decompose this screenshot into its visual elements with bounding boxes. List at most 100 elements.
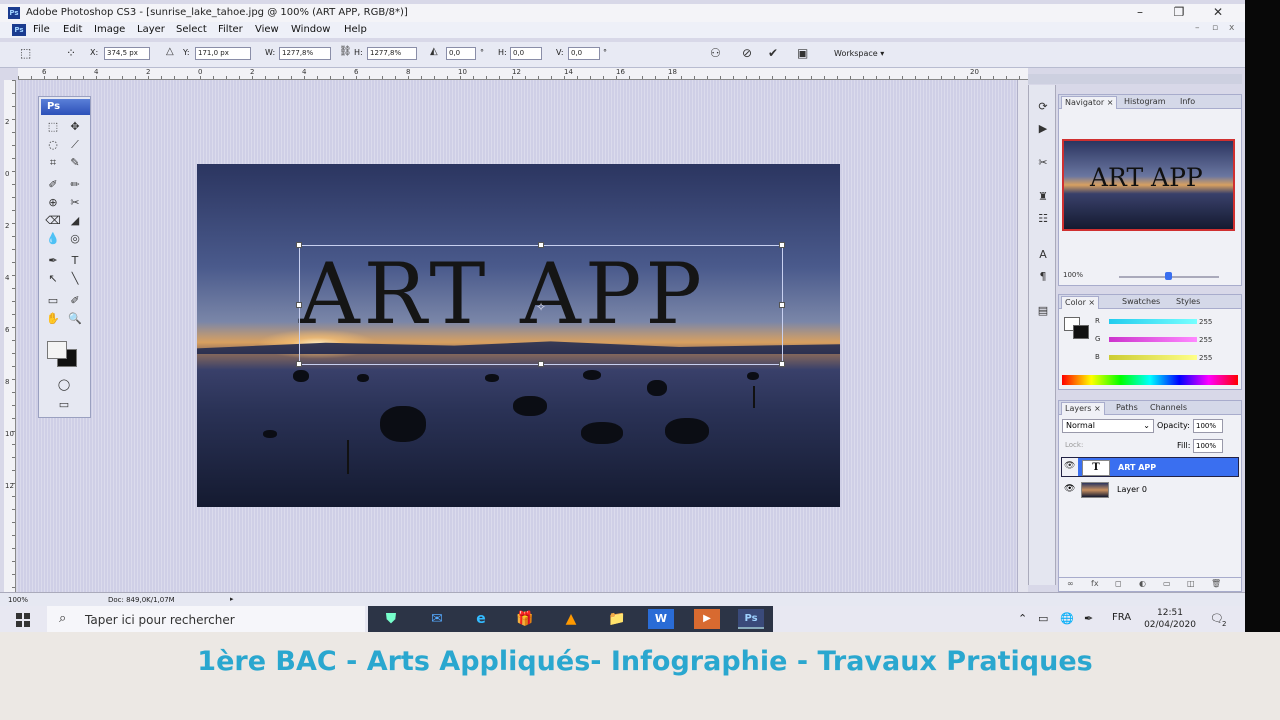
type-tool-icon[interactable]: T (66, 253, 84, 269)
layer-row-layer-0[interactable]: 👁 Layer 0 (1061, 480, 1239, 500)
healing-brush-tool-icon[interactable]: ✐ (44, 177, 62, 193)
battery-icon[interactable]: ▭ (1038, 612, 1048, 625)
red-channel-slider[interactable] (1109, 319, 1197, 324)
navigator-zoom-value[interactable]: 100% (1063, 271, 1083, 279)
media-player-icon[interactable]: ▶ (694, 609, 720, 629)
tab-navigator[interactable]: Navigator × (1061, 96, 1118, 109)
menu-edit[interactable]: Edit (63, 24, 82, 35)
green-channel-slider[interactable] (1109, 337, 1197, 342)
slice-tool-icon[interactable]: ✎ (66, 155, 84, 171)
layer-style-icon[interactable]: fx (1091, 579, 1099, 588)
doc-restore-button[interactable]: ▫ (1212, 23, 1218, 33)
tab-layers[interactable]: Layers × (1061, 402, 1105, 415)
hand-tool-icon[interactable]: ✋ (44, 311, 62, 327)
blue-channel-value[interactable]: 255 (1199, 354, 1212, 362)
transform-handle-bottom[interactable] (538, 361, 544, 367)
tab-info[interactable]: Info (1177, 96, 1198, 109)
warp-icon[interactable]: ⚇ (710, 46, 721, 60)
height-field[interactable]: 1277,8% (367, 47, 417, 60)
doc-close-button[interactable]: x (1229, 23, 1234, 33)
pen-icon[interactable]: ✒ (1084, 612, 1093, 625)
x-field[interactable]: 374,5 px (104, 47, 150, 60)
network-icon[interactable]: 🌐 (1060, 612, 1074, 625)
character-panel-icon[interactable]: A (1034, 247, 1052, 263)
h-skew-field[interactable]: 0,0 (510, 47, 542, 60)
vlc-icon[interactable]: ▲ (558, 609, 584, 629)
document-image[interactable]: ART APP ✧ (197, 164, 840, 507)
red-channel-value[interactable]: 255 (1199, 318, 1212, 326)
menu-file[interactable]: File (33, 24, 50, 35)
link-layers-icon[interactable]: ∞ (1067, 579, 1074, 588)
color-background-swatch[interactable] (1073, 325, 1089, 339)
transform-handle-top-right[interactable] (779, 242, 785, 248)
move-tool-icon[interactable]: ✥ (66, 119, 84, 135)
clone-stamp-tool-icon[interactable]: ⊕ (44, 195, 62, 211)
transform-center-icon[interactable]: ✧ (536, 300, 546, 314)
transform-handle-top-left[interactable] (296, 242, 302, 248)
opacity-field[interactable]: 100% (1193, 419, 1223, 433)
transform-bounding-box[interactable]: ✧ (296, 242, 785, 367)
quick-mask-icon[interactable]: ◯ (55, 377, 73, 393)
v-skew-field[interactable]: 0,0 (568, 47, 600, 60)
taskbar-search-box[interactable]: ⌕ Taper ici pour rechercher (47, 606, 365, 632)
menu-image[interactable]: Image (94, 24, 125, 35)
transform-handle-bottom-left[interactable] (296, 361, 302, 367)
store-icon[interactable]: ⛊ (378, 609, 404, 629)
mail-icon[interactable]: ✉ (424, 609, 450, 629)
language-indicator[interactable]: FRA (1112, 612, 1131, 623)
eye-icon[interactable]: 👁 (1062, 458, 1078, 476)
transform-handle-right[interactable] (779, 302, 785, 308)
foreground-color-swatch[interactable] (47, 341, 67, 359)
tab-swatches[interactable]: Swatches (1119, 296, 1163, 309)
close-button[interactable]: ✕ (1203, 5, 1233, 19)
screen-mode-icon[interactable]: ▭ (55, 397, 73, 413)
layer-mask-icon[interactable]: ◻ (1115, 579, 1122, 588)
line-tool-icon[interactable]: ╲ (66, 271, 84, 287)
color-spectrum-bar[interactable] (1062, 375, 1238, 385)
cancel-transform-icon[interactable]: ⊘ (742, 46, 752, 60)
file-explorer-icon[interactable]: 📁 (604, 609, 630, 629)
blue-channel-slider[interactable] (1109, 355, 1197, 360)
panel-dock-header[interactable] (1028, 74, 1242, 84)
reference-point-icon[interactable]: ⁘ (66, 46, 76, 60)
actions-panel-icon[interactable]: ▶ (1034, 121, 1052, 137)
crop-tool-icon[interactable]: ⌗ (44, 155, 62, 171)
tab-styles[interactable]: Styles (1173, 296, 1203, 309)
fill-field[interactable]: 100% (1193, 439, 1223, 453)
tab-channels[interactable]: Channels (1147, 402, 1190, 415)
transform-tool-icon[interactable]: ⬚ (20, 46, 31, 60)
chevron-up-icon[interactable]: ⌃ (1018, 612, 1027, 625)
eyedropper-tool-icon[interactable]: ✐ (66, 293, 84, 309)
vertical-scrollbar[interactable] (1017, 80, 1028, 592)
tab-paths[interactable]: Paths (1113, 402, 1141, 415)
gift-icon[interactable]: 🎁 (512, 609, 538, 629)
eye-icon[interactable]: 👁 (1064, 484, 1075, 494)
photoshop-logo[interactable]: Ps (41, 99, 90, 115)
magic-wand-tool-icon[interactable]: ⟋ (66, 137, 84, 153)
layer-comps-icon[interactable]: ▤ (1034, 303, 1052, 319)
brush-tool-icon[interactable]: ✏ (66, 177, 84, 193)
palette-well-icon[interactable]: ▣ (797, 46, 808, 60)
menu-window[interactable]: Window (291, 24, 330, 35)
commit-transform-icon[interactable]: ✔ (768, 46, 778, 60)
taskbar-clock[interactable]: 12:51 02/04/2020 (1143, 607, 1197, 631)
marquee-tool-icon[interactable]: ⬚ (44, 119, 62, 135)
workspace-menu[interactable]: Workspace ▾ (834, 49, 884, 58)
eraser-tool-icon[interactable]: ⌫ (44, 213, 62, 229)
history-panel-icon[interactable]: ⟳ (1034, 99, 1052, 115)
paint-bucket-tool-icon[interactable]: ◢ (66, 213, 84, 229)
menu-filter[interactable]: Filter (218, 24, 243, 35)
transform-handle-bottom-right[interactable] (779, 361, 785, 367)
clone-source-icon[interactable]: ☷ (1034, 211, 1052, 227)
new-group-icon[interactable]: ▭ (1163, 579, 1171, 588)
status-zoom[interactable]: 100% (8, 596, 28, 604)
navigator-thumbnail[interactable]: ART APP (1062, 139, 1235, 231)
dodge-tool-icon[interactable]: ◎ (66, 231, 84, 247)
photoshop-taskbar-icon[interactable]: Ps (738, 609, 764, 629)
adjustment-layer-icon[interactable]: ◐ (1139, 579, 1146, 588)
status-arrow-icon[interactable]: ▸ (230, 595, 234, 603)
brushes-panel-icon[interactable]: ♜ (1034, 189, 1052, 205)
trash-icon[interactable]: 🗑 (1211, 579, 1221, 588)
transform-handle-left[interactable] (296, 302, 302, 308)
lasso-tool-icon[interactable]: ◌ (44, 137, 62, 153)
